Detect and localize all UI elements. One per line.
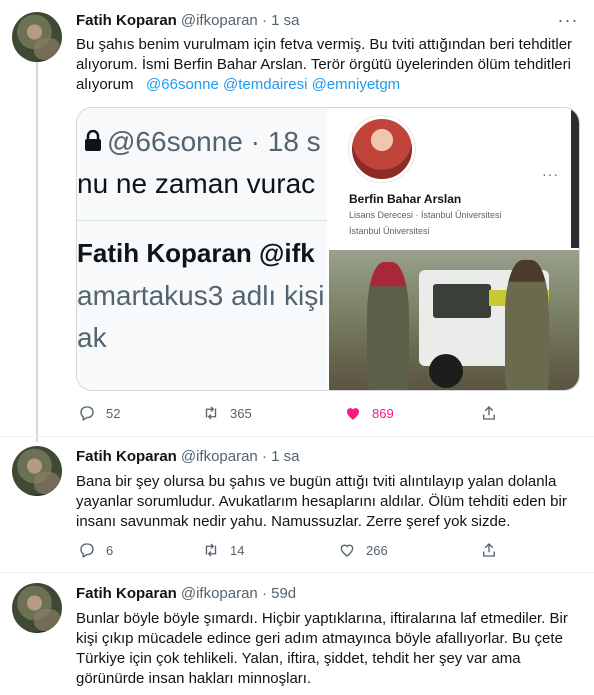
tweet-text-line: Türkiye için çok tehlikeli. Yalan, iftir… [76, 650, 521, 667]
tweet-header: Fatih Koparan @ifkoparan · 1 sa [76, 10, 299, 30]
retweet-button[interactable]: 365 [202, 403, 252, 423]
retweet-icon [205, 406, 217, 420]
like-button[interactable]: 266 [338, 540, 388, 560]
more-icon: ··· [542, 166, 559, 182]
reply-count: 52 [106, 405, 121, 421]
tweet-header: Fatih Koparan @ifkoparan · 1 sa [76, 446, 299, 466]
like-count: 266 [366, 542, 388, 558]
author-handle-time[interactable]: @ifkoparan · 1 sa [181, 12, 300, 29]
author-handle-time[interactable]: @ifkoparan · 1 sa [181, 448, 300, 465]
share-icon [483, 406, 495, 420]
retweet-count: 365 [230, 405, 252, 421]
screenshot-text: nu ne zaman vurac [77, 168, 316, 199]
avatar[interactable] [12, 12, 62, 62]
share-button[interactable] [480, 403, 498, 423]
tweet-text-line: Bunlar böyle böyle şımardı. Hiçbir yaptı… [76, 610, 568, 627]
lock-icon [83, 129, 103, 157]
media-grid[interactable]: @66sonne · 18 s nu ne zaman vurac Fatih … [76, 107, 580, 391]
tweet-actions: 52 365 869 [76, 403, 496, 423]
reply-button[interactable]: 6 [78, 540, 113, 560]
author-handle-time[interactable]: @ifkoparan · 59d [181, 585, 296, 602]
tweet-text-line: Bu şahıs benim vurulmam için fetva vermi… [76, 36, 573, 53]
tweet-text: Bunlar böyle böyle şımardı. Hiçbir yaptı… [76, 609, 576, 689]
screenshot-text: ak [77, 322, 107, 353]
retweet-count: 14 [230, 542, 245, 558]
screenshot-text: amartakus3 adlı kişi [77, 280, 325, 311]
tweet-text-line: görünürde insan hakları minnoşları. [76, 670, 312, 687]
tweet-text-line: alıyorum @66sonne @temdairesi @emniyetgm [76, 75, 576, 95]
retweet-button[interactable]: 14 [202, 540, 244, 560]
profile-degree: Lisans Derecesi · İstanbul Üniversitesi [349, 210, 502, 220]
person-figure [505, 260, 549, 390]
retweet-icon [205, 543, 217, 557]
avatar[interactable] [12, 446, 62, 496]
mention-links[interactable]: @66sonne @temdairesi @emniyetgm [146, 76, 400, 93]
media-profile-card[interactable]: ··· Berfin Bahar Arslan Lisans Derecesi … [329, 108, 579, 248]
profile-school: İstanbul Üniversitesi [349, 226, 430, 236]
author-name[interactable]: Fatih Koparan [76, 12, 177, 29]
reply-count: 6 [106, 542, 114, 558]
tweet-text-line: yayanlar sorumludur. Avukatlarım hesapla… [76, 493, 567, 510]
tweet-text-segment: alıyorum [76, 76, 134, 93]
tweet-text: Bu şahıs benim vurulmam için fetva vermi… [76, 35, 576, 95]
tweet-actions: 6 14 266 [76, 540, 496, 560]
avatar[interactable] [12, 583, 62, 633]
like-icon [340, 544, 354, 557]
profile-photo [349, 116, 415, 182]
truck-wheel [429, 354, 463, 388]
media-photo[interactable] [329, 250, 579, 390]
divider [0, 436, 594, 437]
tweet-text-line: Bana bir şey olursa bu şahıs ve bugün at… [76, 473, 557, 490]
screenshot-handle: @66sonne · 18 s [107, 126, 321, 157]
truck-window [433, 284, 491, 318]
thread-line [36, 62, 38, 442]
profile-name: Berfin Bahar Arslan [349, 192, 462, 206]
author-name[interactable]: Fatih Koparan [76, 448, 177, 465]
share-icon [483, 543, 495, 557]
more-icon[interactable]: ··· [556, 11, 580, 34]
reply-button[interactable]: 52 [78, 403, 120, 423]
like-button[interactable]: 869 [344, 403, 394, 423]
tweet-text-line: kişi çıkıp mücadele edince geri adım atm… [76, 630, 563, 647]
tweet-text-line: insanı savunmak nedir yahu. Namussuzlar.… [76, 513, 511, 530]
tweet-header: Fatih Koparan @ifkoparan · 59d [76, 583, 296, 603]
reply-icon [80, 406, 94, 421]
separator [77, 220, 327, 221]
edge-strip [571, 108, 579, 248]
screenshot-author: Fatih Koparan @ifk [77, 238, 315, 268]
media-screenshot[interactable]: @66sonne · 18 s nu ne zaman vurac Fatih … [77, 108, 327, 390]
divider [0, 572, 594, 573]
person-figure [367, 262, 409, 390]
tweet-text-line: alıyorum. İsmi Berfin Bahar Arslan. Terö… [76, 56, 571, 73]
like-icon [347, 408, 359, 420]
author-name[interactable]: Fatih Koparan [76, 585, 177, 602]
like-count: 869 [372, 405, 394, 421]
share-button[interactable] [480, 540, 498, 560]
reply-icon [80, 543, 94, 558]
tweet-text: Bana bir şey olursa bu şahıs ve bugün at… [76, 472, 576, 532]
